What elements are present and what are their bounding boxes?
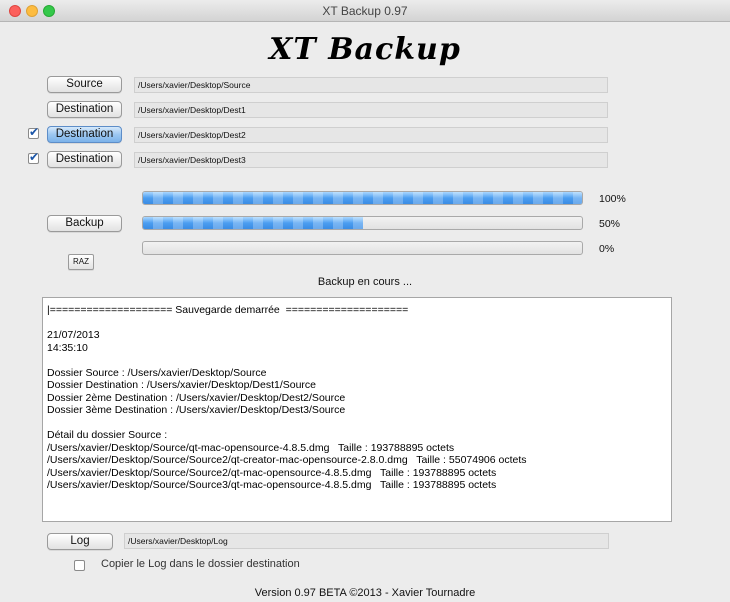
log-text-area[interactable]: |==================== Sauvegarde demarré… [42, 297, 672, 522]
log-line: 21/07/2013 [47, 329, 100, 341]
log-line: Dossier Destination : /Users/xavier/Desk… [47, 379, 317, 391]
copy-log-checkbox[interactable] [74, 560, 85, 571]
progress-bar-2-fill [143, 217, 363, 229]
destination-1-path-field[interactable]: /Users/xavier/Desktop/Dest1 [134, 102, 608, 118]
source-button[interactable]: Source [47, 76, 122, 93]
progress-bar-3 [142, 241, 583, 255]
destination-3-button[interactable]: Destination [47, 151, 122, 168]
progress-2-percent: 50% [599, 218, 621, 230]
log-line: |==================== Sauvegarde demarré… [47, 304, 409, 316]
destination-2-path-field[interactable]: /Users/xavier/Desktop/Dest2 [134, 127, 608, 143]
destination-3-path-field[interactable]: /Users/xavier/Desktop/Dest3 [134, 152, 608, 168]
progress-1-percent: 100% [599, 193, 626, 205]
log-line: /Users/xavier/Desktop/Source/qt-mac-open… [47, 441, 455, 454]
log-line: Dossier Source : /Users/xavier/Desktop/S… [47, 366, 267, 379]
log-line: /Users/xavier/Desktop/Source/Source2/qt-… [47, 466, 497, 479]
progress-bar-1-fill [143, 192, 582, 204]
log-path-field[interactable]: /Users/xavier/Desktop/Log [124, 533, 609, 549]
log-line: 14:35:10 [47, 341, 88, 354]
log-line: Dossier 3ème Destination : /Users/xavier… [47, 404, 346, 416]
footer-version-text: Version 0.97 BETA ©2013 - Xavier Tournad… [254, 587, 476, 599]
destination-2-checkbox[interactable]: ✔ [28, 125, 40, 139]
title-bar: XT Backup 0.97 [0, 0, 730, 22]
status-text: Backup en cours ... [317, 276, 413, 288]
destination-3-checkbox[interactable]: ✔ [28, 150, 40, 164]
checkmark-icon: ✔ [29, 125, 40, 139]
progress-bar-1 [142, 191, 583, 205]
log-line: Dossier 2ème Destination : /Users/xavier… [47, 391, 346, 404]
destination-1-button[interactable]: Destination [47, 101, 122, 118]
window-title: XT Backup 0.97 [322, 4, 408, 18]
app-logo-title: XT Backup [269, 32, 461, 67]
log-line: /Users/xavier/Desktop/Source/Source2/qt-… [47, 454, 527, 466]
progress-3-percent: 0% [599, 243, 615, 255]
raz-button[interactable]: RAZ [68, 254, 94, 270]
destination-2-button[interactable]: Destination [47, 126, 122, 143]
progress-bar-2 [142, 216, 583, 230]
log-line: /Users/xavier/Desktop/Source/Source3/qt-… [47, 479, 497, 491]
copy-log-label: Copier le Log dans le dossier destinatio… [101, 558, 300, 570]
log-line: Détail du dossier Source : [47, 429, 168, 441]
backup-button[interactable]: Backup [47, 215, 122, 232]
checkmark-icon: ✔ [29, 150, 40, 164]
source-path-field[interactable]: /Users/xavier/Desktop/Source [134, 77, 608, 93]
log-button[interactable]: Log [47, 533, 113, 550]
app-window: XT Backup 0.97 XT Backup Source /Users/x… [0, 0, 730, 602]
